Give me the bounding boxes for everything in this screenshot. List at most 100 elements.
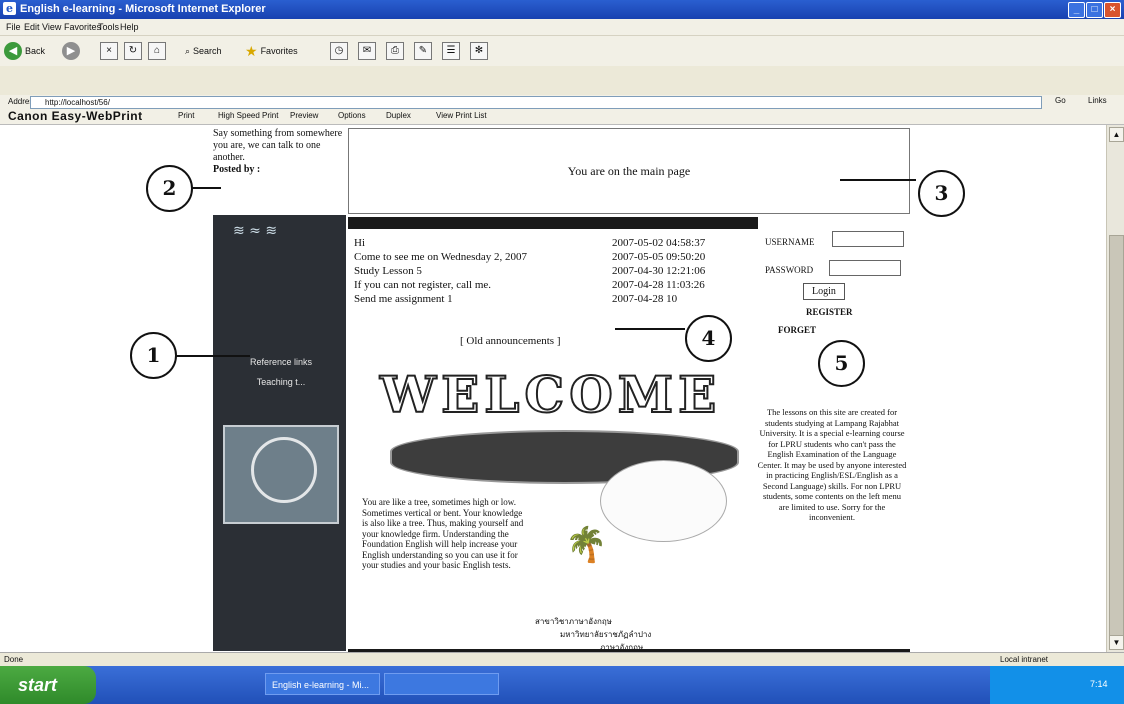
nav-teaching[interactable]: Teaching t... bbox=[219, 373, 343, 391]
announcement-date: 2007-05-02 04:58:37 bbox=[612, 237, 706, 249]
username-input[interactable] bbox=[832, 231, 904, 247]
maximize-button[interactable]: □ bbox=[1086, 2, 1103, 18]
history-button[interactable]: ◷ bbox=[330, 41, 348, 61]
forward-arrow-icon: ▶ bbox=[62, 42, 80, 60]
register-link[interactable]: REGISTER bbox=[806, 307, 853, 317]
announcement-item[interactable]: Hi bbox=[354, 237, 365, 249]
announcement-header-strip bbox=[348, 217, 758, 229]
menu-edit[interactable]: Edit bbox=[24, 22, 40, 32]
callout-4-arrow bbox=[615, 328, 685, 330]
clock-face-icon bbox=[251, 437, 317, 503]
canon-options-button[interactable]: Options bbox=[338, 111, 366, 120]
canon-view-print-list-button[interactable]: View Print List bbox=[436, 111, 487, 120]
page-scrollbar[interactable]: ▲ ▼ bbox=[1106, 125, 1124, 652]
standard-toolbar: ◀ Back ▶ × ↻ ⌂ ⌕ Search ★ Favorites ◷ ✉ … bbox=[0, 35, 1124, 66]
history-icon: ◷ bbox=[330, 42, 348, 60]
status-bar: Done Local intranet bbox=[0, 652, 1124, 667]
system-tray: 7:14 bbox=[990, 666, 1124, 704]
canon-webprint-toolbar: Canon Easy-WebPrint Print High Speed Pri… bbox=[0, 109, 1124, 125]
shoutbox: Say something from somewhere you are, we… bbox=[213, 128, 348, 176]
callout-2: 2 bbox=[146, 165, 193, 212]
taskbar-item-other[interactable] bbox=[384, 673, 499, 695]
stop-button[interactable]: × bbox=[100, 41, 118, 61]
favorites-button[interactable]: ★ Favorites bbox=[245, 41, 298, 61]
discuss-button[interactable]: ☰ bbox=[442, 41, 460, 61]
back-arrow-icon: ◀ bbox=[4, 42, 22, 60]
print-button[interactable]: ⎙ bbox=[386, 41, 404, 61]
messenger-button[interactable]: ✻ bbox=[470, 41, 488, 61]
announcement-item[interactable]: Send me assignment 1 bbox=[354, 293, 453, 305]
menu-file[interactable]: File bbox=[6, 22, 21, 32]
forward-button[interactable]: ▶ bbox=[62, 41, 80, 61]
edit-button[interactable]: ✎ bbox=[414, 41, 432, 61]
scroll-down-icon[interactable]: ▼ bbox=[1109, 635, 1124, 650]
printer-icon: ⎙ bbox=[386, 42, 404, 60]
canon-print-button[interactable]: Print bbox=[178, 111, 194, 120]
callout-4: 4 bbox=[685, 315, 732, 362]
password-input[interactable] bbox=[829, 260, 901, 276]
thai-line: มหาวิทยาลัยราชภัฏลำปาง bbox=[560, 630, 652, 639]
star-icon: ★ bbox=[245, 42, 258, 59]
back-button[interactable]: ◀ Back bbox=[4, 41, 45, 61]
login-button[interactable]: Login bbox=[803, 283, 845, 300]
address-bar: Address http://localhost/56/ Go Links bbox=[0, 95, 1124, 109]
announcement-item[interactable]: Come to see me on Wednesday 2, 2007 bbox=[354, 251, 527, 263]
shoutbox-posted-by: Posted by : bbox=[213, 164, 261, 175]
password-label: PASSWORD bbox=[765, 265, 814, 275]
discuss-icon: ☰ bbox=[442, 42, 460, 60]
status-text: Done bbox=[4, 655, 24, 664]
menu-view[interactable]: View bbox=[42, 22, 61, 32]
username-label: USERNAME bbox=[765, 237, 815, 247]
speech-bubble bbox=[600, 460, 727, 542]
callout-2-arrow bbox=[191, 187, 221, 189]
canon-high-speed-print-button[interactable]: High Speed Print bbox=[218, 111, 278, 120]
canon-preview-button[interactable]: Preview bbox=[290, 111, 318, 120]
scroll-thumb[interactable] bbox=[1109, 235, 1124, 637]
palm-tree-icon: 🌴 bbox=[565, 526, 608, 564]
links-button[interactable]: Links bbox=[1088, 96, 1107, 105]
window-title: English e-learning - Microsoft Internet … bbox=[20, 3, 266, 15]
announcement-date: 2007-04-28 11:03:26 bbox=[612, 279, 705, 291]
forget-password-link[interactable]: FORGET bbox=[778, 325, 816, 335]
home-button[interactable]: ⌂ bbox=[148, 41, 166, 61]
close-button[interactable]: × bbox=[1104, 2, 1121, 18]
tray-clock: 7:14 bbox=[1090, 679, 1108, 689]
announcement-item[interactable]: Study Lesson 5 bbox=[354, 265, 422, 277]
search-button[interactable]: ⌕ Search bbox=[185, 41, 222, 61]
site-info-text: The lessons on this site are created for… bbox=[757, 407, 907, 522]
mail-icon: ✉ bbox=[358, 42, 376, 60]
callout-1: 1 bbox=[130, 332, 177, 379]
canon-duplex-button[interactable]: Duplex bbox=[386, 111, 411, 120]
clock-image bbox=[223, 425, 339, 524]
thai-line: สาขาวิชาภาษาอังกฤษ bbox=[535, 617, 612, 626]
shoutbox-text: Say something from somewhere you are, we… bbox=[213, 128, 343, 163]
window-titlebar: e English e-learning - Microsoft Interne… bbox=[0, 0, 1124, 19]
announcement-date: 2007-04-28 10 bbox=[612, 293, 678, 305]
main-page-text: You are on the main page bbox=[567, 164, 691, 178]
status-zone: Local intranet bbox=[1000, 655, 1049, 664]
taskbar: start English e-learning - Mi... 7:14 bbox=[0, 666, 1124, 704]
minimize-button[interactable]: _ bbox=[1068, 2, 1085, 18]
page-viewport: Say something from somewhere you are, we… bbox=[0, 125, 1106, 652]
announcement-item[interactable]: If you can not register, call me. bbox=[354, 279, 491, 291]
taskbar-item-ie[interactable]: English e-learning - Mi... bbox=[265, 673, 380, 695]
refresh-button[interactable]: ↻ bbox=[124, 41, 142, 61]
scroll-up-icon[interactable]: ▲ bbox=[1109, 127, 1124, 142]
callout-3-arrow bbox=[840, 179, 916, 181]
welcome-banner: WELCOME bbox=[379, 364, 722, 425]
mail-button[interactable]: ✉ bbox=[358, 41, 376, 61]
address-input[interactable]: http://localhost/56/ bbox=[30, 96, 1042, 109]
callout-1-arrow bbox=[175, 355, 250, 357]
main-page-box: You are on the main page bbox=[348, 128, 910, 214]
start-button[interactable]: start bbox=[0, 666, 96, 704]
announcement-date: 2007-05-05 09:50:20 bbox=[612, 251, 706, 263]
left-menu: ≋ ≈ ≋ Reference links Teaching t... bbox=[213, 215, 346, 651]
go-button[interactable]: Go bbox=[1055, 96, 1066, 105]
canon-brand: Canon Easy-WebPrint bbox=[8, 109, 143, 123]
menu-tools[interactable]: Tools bbox=[98, 22, 119, 32]
menu-favorites[interactable]: Favorites bbox=[64, 22, 101, 32]
old-announcements-link[interactable]: [ Old announcements ] bbox=[460, 335, 561, 347]
home-icon: ⌂ bbox=[148, 42, 166, 60]
callout-3: 3 bbox=[918, 170, 965, 217]
menu-help[interactable]: Help bbox=[120, 22, 139, 32]
